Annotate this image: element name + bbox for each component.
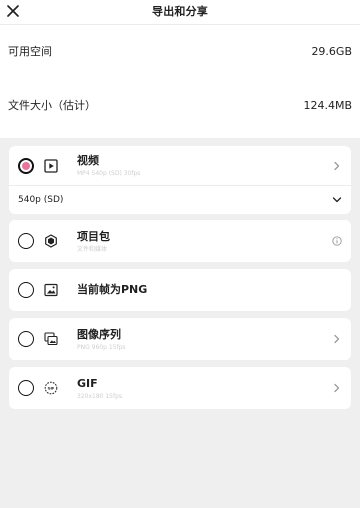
info-icon[interactable]	[332, 236, 342, 246]
chevron-right-icon	[332, 383, 342, 393]
gif-subtitle: 320x180 15fps	[77, 393, 123, 400]
image-sequence-icon	[44, 332, 58, 346]
top-panel: 导出和分享 可用空间 29.6GB 文件大小（估计） 124.4MB	[0, 0, 360, 138]
sequence-option-card[interactable]: 图像序列 PNG 960p 15fps	[9, 318, 351, 360]
package-icon	[44, 234, 58, 248]
svg-text:GIF: GIF	[48, 387, 55, 391]
header: 导出和分享	[0, 0, 360, 24]
png-option-card[interactable]: 当前帧为PNG	[9, 269, 351, 311]
sequence-subtitle: PNG 960p 15fps	[77, 344, 126, 351]
available-space-row: 可用空间 29.6GB	[0, 42, 360, 62]
export-share-screen: 导出和分享 可用空间 29.6GB 文件大小（估计） 124.4MB 视频 MP…	[0, 0, 360, 508]
file-size-label: 文件大小（估计）	[8, 99, 96, 112]
png-radio[interactable]	[18, 282, 34, 298]
gif-radio[interactable]	[18, 380, 34, 396]
available-space-value: 29.6GB	[311, 45, 352, 58]
gif-option-card[interactable]: GIF GIF 320x180 15fps	[9, 367, 351, 409]
project-option-card[interactable]: 项目包 文件和媒体	[9, 220, 351, 262]
chevron-down-icon	[332, 195, 342, 205]
sequence-radio[interactable]	[18, 331, 34, 347]
video-radio[interactable]	[18, 158, 34, 174]
video-title: 视频	[77, 154, 99, 167]
gif-title: GIF	[77, 377, 98, 390]
available-space-label: 可用空间	[8, 45, 52, 58]
file-size-value: 124.4MB	[303, 99, 352, 112]
chevron-right-icon	[332, 161, 342, 171]
video-subtitle: MP4 540p (SD) 30fps	[77, 170, 141, 177]
chevron-right-icon	[332, 334, 342, 344]
png-title: 当前帧为PNG	[77, 283, 148, 296]
video-option-card[interactable]: 视频 MP4 540p (SD) 30fps 540p (SD)	[9, 146, 351, 214]
project-title: 项目包	[77, 230, 110, 243]
video-icon	[44, 159, 58, 173]
project-subtitle: 文件和媒体	[77, 246, 108, 253]
file-size-row: 文件大小（估计） 124.4MB	[0, 96, 360, 116]
resolution-dropdown[interactable]: 540p (SD)	[9, 186, 351, 214]
project-radio[interactable]	[18, 233, 34, 249]
sequence-title: 图像序列	[77, 328, 121, 341]
resolution-value: 540p (SD)	[18, 195, 64, 205]
page-title: 导出和分享	[152, 5, 208, 18]
header-divider	[0, 24, 360, 25]
image-icon	[44, 283, 58, 297]
gif-icon: GIF	[44, 381, 58, 395]
